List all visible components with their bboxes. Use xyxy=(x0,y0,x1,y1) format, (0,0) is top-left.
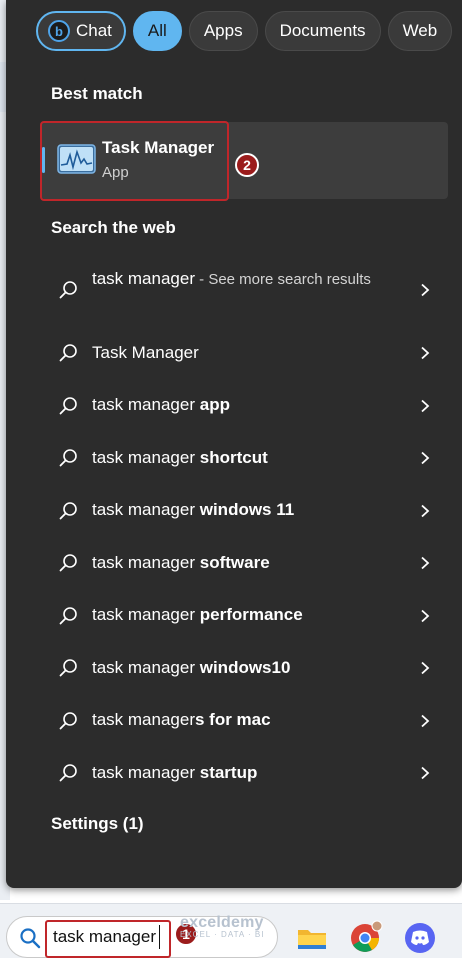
chevron-right-icon xyxy=(421,609,430,622)
web-result-text: task managers for mac xyxy=(92,708,392,733)
filter-documents[interactable]: Documents xyxy=(264,11,381,51)
web-result-query: task manager xyxy=(92,447,200,467)
web-result-text: task manager windows 11 xyxy=(92,498,392,523)
web-result-text: Task Manager xyxy=(92,341,392,366)
web-result-item[interactable]: task managers for mac xyxy=(40,695,448,748)
web-result-completion: app xyxy=(199,395,230,415)
web-result-completion: s for mac xyxy=(195,710,271,730)
web-result-item[interactable]: task manager performance xyxy=(40,590,448,643)
filter-all[interactable]: All xyxy=(132,11,182,51)
web-result-query: task manager xyxy=(92,657,200,677)
web-result-query: task manager xyxy=(92,500,200,520)
annotation-highlight-box xyxy=(40,121,229,201)
web-result-query: Task Manager xyxy=(92,342,199,362)
chevron-right-icon xyxy=(421,504,430,517)
web-result-text: task manager app xyxy=(92,393,392,418)
web-result-completion: windows 11 xyxy=(199,500,295,520)
settings-results[interactable]: Settings (1) xyxy=(51,814,144,834)
watermark-logo: exceldemy EXCEL · DATA · BI xyxy=(180,914,264,939)
chevron-right-icon xyxy=(421,557,430,570)
filter-web[interactable]: Web xyxy=(387,11,453,51)
chevron-right-icon xyxy=(421,714,430,727)
web-result-text: task manager startup xyxy=(92,761,392,786)
search-web-heading: Search the web xyxy=(51,218,176,237)
web-result-item[interactable]: task manager windows10 xyxy=(40,642,448,695)
web-result-query: task manager xyxy=(92,762,200,782)
annotation-highlight-box-search xyxy=(45,920,171,958)
chrome-icon[interactable] xyxy=(349,920,383,954)
web-result-completion: startup xyxy=(199,762,258,782)
watermark-text: exceldemy xyxy=(180,914,264,931)
chevron-right-icon xyxy=(421,767,430,780)
search-icon xyxy=(59,501,77,520)
taskbar: task manager 1 exceldemy EXCEL · DATA · … xyxy=(0,903,462,958)
web-result-item[interactable]: task manager startup xyxy=(40,747,448,800)
chevron-right-icon xyxy=(421,283,430,297)
file-explorer-icon[interactable] xyxy=(295,920,329,954)
web-result-query: task manager xyxy=(92,710,195,730)
filter-apps[interactable]: Apps xyxy=(188,11,258,51)
web-result-query: task manager xyxy=(92,395,200,415)
web-result-text: task manager windows10 xyxy=(92,656,392,681)
web-result-item[interactable]: task manager app xyxy=(40,380,448,433)
step-badge-2: 2 xyxy=(235,153,259,177)
web-result-query: task manager xyxy=(92,269,195,288)
web-result-item[interactable]: task manager software xyxy=(40,537,448,590)
web-result-text: task manager - See more search results xyxy=(92,267,392,292)
search-icon xyxy=(59,659,77,677)
web-result-item[interactable]: task manager shortcut xyxy=(40,432,448,485)
start-search-panel: b Chat All Apps Documents Web Best match… xyxy=(6,0,462,888)
search-icon xyxy=(59,764,77,782)
web-result-item[interactable]: Task Manager xyxy=(40,327,448,380)
search-icon xyxy=(59,554,77,572)
filter-chat[interactable]: b Chat xyxy=(36,11,126,51)
bing-chat-icon: b xyxy=(48,20,70,42)
web-result-item[interactable]: task manager windows 11 xyxy=(40,485,448,538)
chevron-right-icon xyxy=(421,662,430,675)
web-result-query: task manager xyxy=(92,552,200,572)
search-icon xyxy=(59,449,77,467)
web-results-list: task manager - See more search results Ta… xyxy=(40,258,448,800)
search-icon xyxy=(59,281,77,299)
chevron-right-icon xyxy=(421,399,430,412)
web-result-text: task manager shortcut xyxy=(92,446,392,471)
web-result-item[interactable]: task manager - See more search results xyxy=(40,258,448,327)
web-result-query: task manager xyxy=(92,605,200,625)
search-filter-bar: b Chat All Apps Documents Web xyxy=(36,10,453,52)
search-icon xyxy=(59,396,77,415)
best-match-heading: Best match xyxy=(51,84,143,103)
discord-icon[interactable] xyxy=(403,920,437,954)
web-result-completion: software xyxy=(199,552,270,572)
web-result-text: task manager software xyxy=(92,551,392,576)
web-result-completion: shortcut xyxy=(199,447,268,467)
web-result-completion: performance xyxy=(199,605,303,625)
chevron-right-icon xyxy=(421,452,430,465)
web-result-completion: windows10 xyxy=(199,657,291,677)
search-icon xyxy=(59,606,77,625)
search-icon xyxy=(59,711,77,730)
web-result-more: - See more search results xyxy=(195,271,371,288)
web-result-text: task manager performance xyxy=(92,603,392,628)
watermark-tagline: EXCEL · DATA · BI xyxy=(180,930,265,939)
search-icon xyxy=(20,928,41,949)
chevron-right-icon xyxy=(421,347,430,360)
filter-chat-label: Chat xyxy=(76,21,112,40)
search-icon xyxy=(59,344,77,362)
